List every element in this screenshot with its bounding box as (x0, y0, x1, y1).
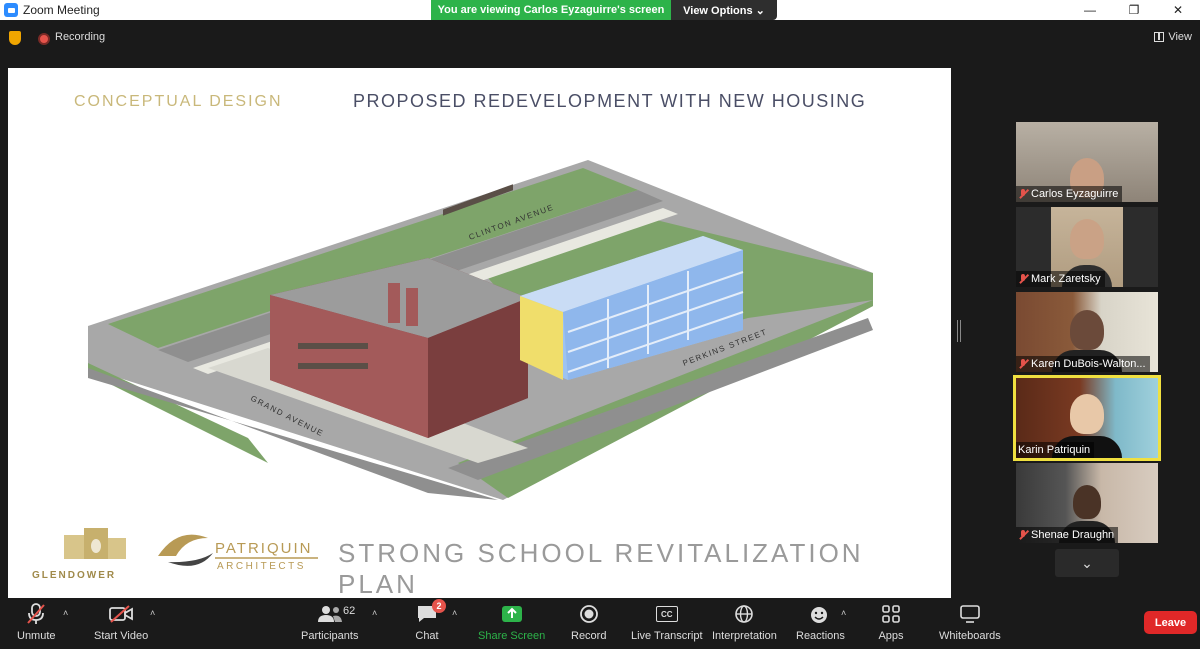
patriquin-logo-icon (158, 534, 213, 566)
interpretation-label: Interpretation (712, 630, 777, 642)
participant-face (1070, 219, 1104, 259)
unmute-label: Unmute (17, 630, 56, 642)
apps-label: Apps (878, 630, 904, 642)
closed-caption-icon: CC (654, 602, 680, 626)
record-button[interactable]: Record (571, 602, 606, 642)
whiteboard-icon (957, 602, 983, 626)
gallery-view-icon (1154, 32, 1165, 42)
share-screen-button[interactable]: Share Screen (478, 602, 545, 642)
muted-mic-icon (1018, 274, 1028, 284)
record-label: Record (571, 630, 607, 642)
chat-unread-badge: 2 (432, 599, 446, 613)
participant-face (1070, 394, 1104, 434)
participant-name: Mark Zaretsky (1031, 273, 1101, 285)
participant-tile[interactable]: Karen DuBois-Walton... (1016, 292, 1158, 372)
glendower-logo-text: GLENDOWER (32, 570, 117, 581)
participant-nameplate: Carlos Eyzaguirre (1016, 186, 1123, 202)
view-label: View (1168, 31, 1192, 43)
recording-icon (38, 33, 50, 45)
chat-button[interactable]: 2 Chat (414, 599, 446, 642)
gallery-scroll-down-button[interactable]: ⌄ (1055, 549, 1119, 577)
school-chimney-2 (406, 288, 418, 326)
view-options-button[interactable]: View Options ⌄ (671, 0, 777, 20)
participant-tile[interactable]: Shenae Draughn (1016, 463, 1158, 543)
architects-logo-text: ARCHITECTS (217, 561, 306, 572)
start-video-button[interactable]: Start Video (94, 602, 148, 642)
audio-options-caret-icon[interactable]: ˄ (63, 608, 68, 618)
participants-count: 62 (343, 605, 356, 617)
participants-icon (317, 602, 343, 626)
chat-icon: 2 (414, 599, 446, 626)
window-title: Zoom Meeting (23, 3, 100, 17)
start-video-label: Start Video (94, 630, 149, 642)
participants-options-caret-icon[interactable]: ˄ (372, 608, 377, 618)
chat-options-caret-icon[interactable]: ˄ (452, 608, 457, 618)
participant-name: Karen DuBois-Walton... (1031, 358, 1146, 370)
muted-mic-icon (1018, 530, 1028, 540)
participant-name: Carlos Eyzaguirre (1031, 188, 1119, 200)
school-window-row (298, 363, 368, 369)
participant-face (1073, 485, 1101, 519)
video-options-caret-icon[interactable]: ˄ (150, 608, 155, 618)
muted-microphone-icon (23, 602, 49, 626)
cc-text: CC (655, 606, 678, 622)
whiteboards-label: Whiteboards (939, 630, 1001, 642)
muted-mic-icon (1018, 189, 1028, 199)
participants-label: Participants (301, 630, 359, 642)
muted-mic-icon (1018, 359, 1028, 369)
share-screen-icon (499, 602, 525, 626)
zoom-logo-icon (4, 3, 18, 17)
smiley-icon (807, 602, 833, 626)
screen-share-banner: You are viewing Carlos Eyzaguirre's scre… (431, 0, 777, 20)
school-window-row (298, 343, 368, 349)
participant-nameplate: Shenae Draughn (1016, 527, 1119, 543)
participant-name: Karin Patriquin (1018, 444, 1091, 456)
close-icon[interactable]: ✕ (1156, 0, 1200, 20)
share-screen-label: Share Screen (478, 630, 546, 642)
shared-screen-slide: CLINTON AVENUE PERKINS STREET GRAND AVEN… (8, 68, 951, 599)
recording-label[interactable]: Recording (55, 31, 105, 43)
participant-nameplate: Karen DuBois-Walton... (1016, 356, 1150, 372)
patriquin-logo-text: PATRIQUIN (215, 540, 313, 557)
viewing-screen-label: You are viewing Carlos Eyzaguirre's scre… (431, 0, 671, 20)
meeting-toolbar: Unmute ˄ Start Video ˄ Participants 62 ˄… (0, 598, 1200, 649)
participant-face (1070, 310, 1104, 350)
view-button[interactable]: View (1154, 31, 1192, 43)
site-plan-drawing: CLINTON AVENUE PERKINS STREET GRAND AVEN… (64, 160, 873, 566)
participant-nameplate: Mark Zaretsky (1016, 271, 1105, 287)
conceptual-design-label: CONCEPTUAL DESIGN (74, 93, 283, 110)
minimize-icon[interactable]: — (1068, 0, 1112, 20)
slide-heading: PROPOSED REDEVELOPMENT WITH NEW HOUSING (353, 91, 867, 111)
reactions-options-caret-icon[interactable]: ˄ (841, 608, 846, 618)
restore-icon[interactable]: ❐ (1112, 0, 1156, 20)
reactions-button[interactable]: Reactions (796, 602, 845, 642)
participant-nameplate: Karin Patriquin (1016, 442, 1095, 458)
video-off-icon (108, 602, 134, 626)
participant-tile[interactable]: Carlos Eyzaguirre (1016, 122, 1158, 202)
participant-tile-active-speaker[interactable]: Karin Patriquin (1013, 375, 1161, 461)
unmute-button[interactable]: Unmute (17, 602, 56, 642)
live-transcript-label: Live Transcript (631, 630, 703, 642)
interpretation-button[interactable]: Interpretation (712, 602, 777, 642)
split-view-handle[interactable] (957, 320, 961, 342)
record-icon (576, 602, 602, 626)
school-chimney-1 (388, 283, 400, 323)
glendower-logo-icon (64, 528, 126, 559)
participant-tile[interactable]: Mark Zaretsky (1016, 207, 1158, 287)
chevron-down-icon: ⌄ (1081, 554, 1093, 571)
globe-icon (731, 602, 757, 626)
whiteboards-button[interactable]: Whiteboards (939, 602, 1001, 642)
reactions-label: Reactions (796, 630, 845, 642)
window-controls: — ❐ ✕ (1068, 0, 1200, 20)
chat-label: Chat (415, 630, 439, 642)
meeting-info-bar: Recording View (0, 20, 1200, 58)
live-transcript-button[interactable]: CC Live Transcript (631, 602, 703, 642)
leave-button[interactable]: Leave (1144, 611, 1197, 634)
participant-name: Shenae Draughn (1031, 529, 1115, 541)
apps-button[interactable]: Apps (878, 602, 904, 642)
security-shield-icon[interactable] (9, 31, 21, 45)
apps-icon (878, 602, 904, 626)
plan-title: STRONG SCHOOL REVITALIZATION PLAN (338, 538, 864, 599)
